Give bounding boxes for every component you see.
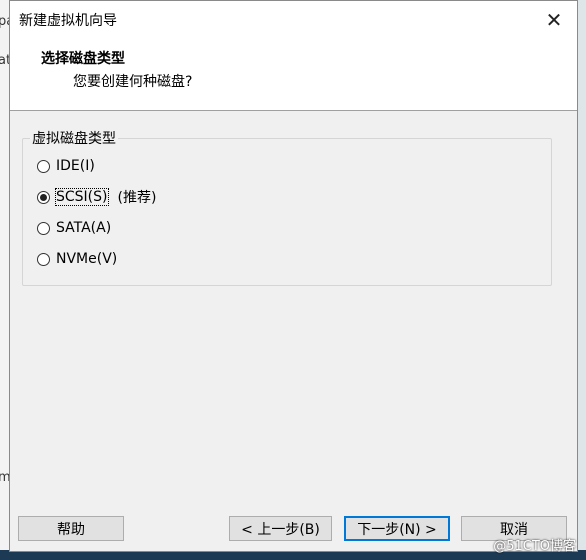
page-subtitle: 您要创建何种磁盘? <box>73 74 193 90</box>
close-icon: ✕ <box>545 8 563 32</box>
recommended-note: (推荐) <box>117 190 157 206</box>
radio-button-checked-icon[interactable] <box>37 190 50 204</box>
groupbox-label: 虚拟磁盘类型 <box>30 128 118 148</box>
radio-button-icon[interactable] <box>37 159 50 173</box>
radio-button-icon[interactable] <box>37 221 50 235</box>
radio-label-scsi: SCSI(S) <box>55 188 109 206</box>
radio-label-ide: IDE(I) <box>56 158 95 174</box>
watermark: @51CTO博客 <box>493 539 576 554</box>
back-button[interactable]: < 上一步(B) <box>229 516 332 541</box>
window-title: 新建虚拟机向导 <box>19 13 117 29</box>
radio-button-icon[interactable] <box>37 252 50 266</box>
close-button[interactable]: ✕ <box>541 7 567 33</box>
background-app-right-edge <box>578 0 586 560</box>
radio-scsi[interactable]: SCSI(S) (推荐) <box>37 186 156 208</box>
background-app-left-edge: pa at m <box>0 0 14 560</box>
next-button[interactable]: 下一步(N) > <box>344 516 450 541</box>
radio-label-sata: SATA(A) <box>56 220 112 236</box>
new-vm-wizard-dialog: 新建虚拟机向导 ✕ 选择磁盘类型 您要创建何种磁盘? 虚拟磁盘类型 IDE(I)… <box>9 0 578 552</box>
radio-label-nvme: NVMe(V) <box>56 251 118 267</box>
radio-sata[interactable]: SATA(A) <box>37 217 111 239</box>
radio-nvme[interactable]: NVMe(V) <box>37 248 117 270</box>
radio-ide[interactable]: IDE(I) <box>37 155 95 177</box>
title-bar[interactable]: 新建虚拟机向导 ✕ <box>10 1 577 39</box>
page-title: 选择磁盘类型 <box>41 51 125 67</box>
wizard-header: 选择磁盘类型 您要创建何种磁盘? <box>10 39 577 111</box>
help-button[interactable]: 帮助 <box>18 516 124 541</box>
